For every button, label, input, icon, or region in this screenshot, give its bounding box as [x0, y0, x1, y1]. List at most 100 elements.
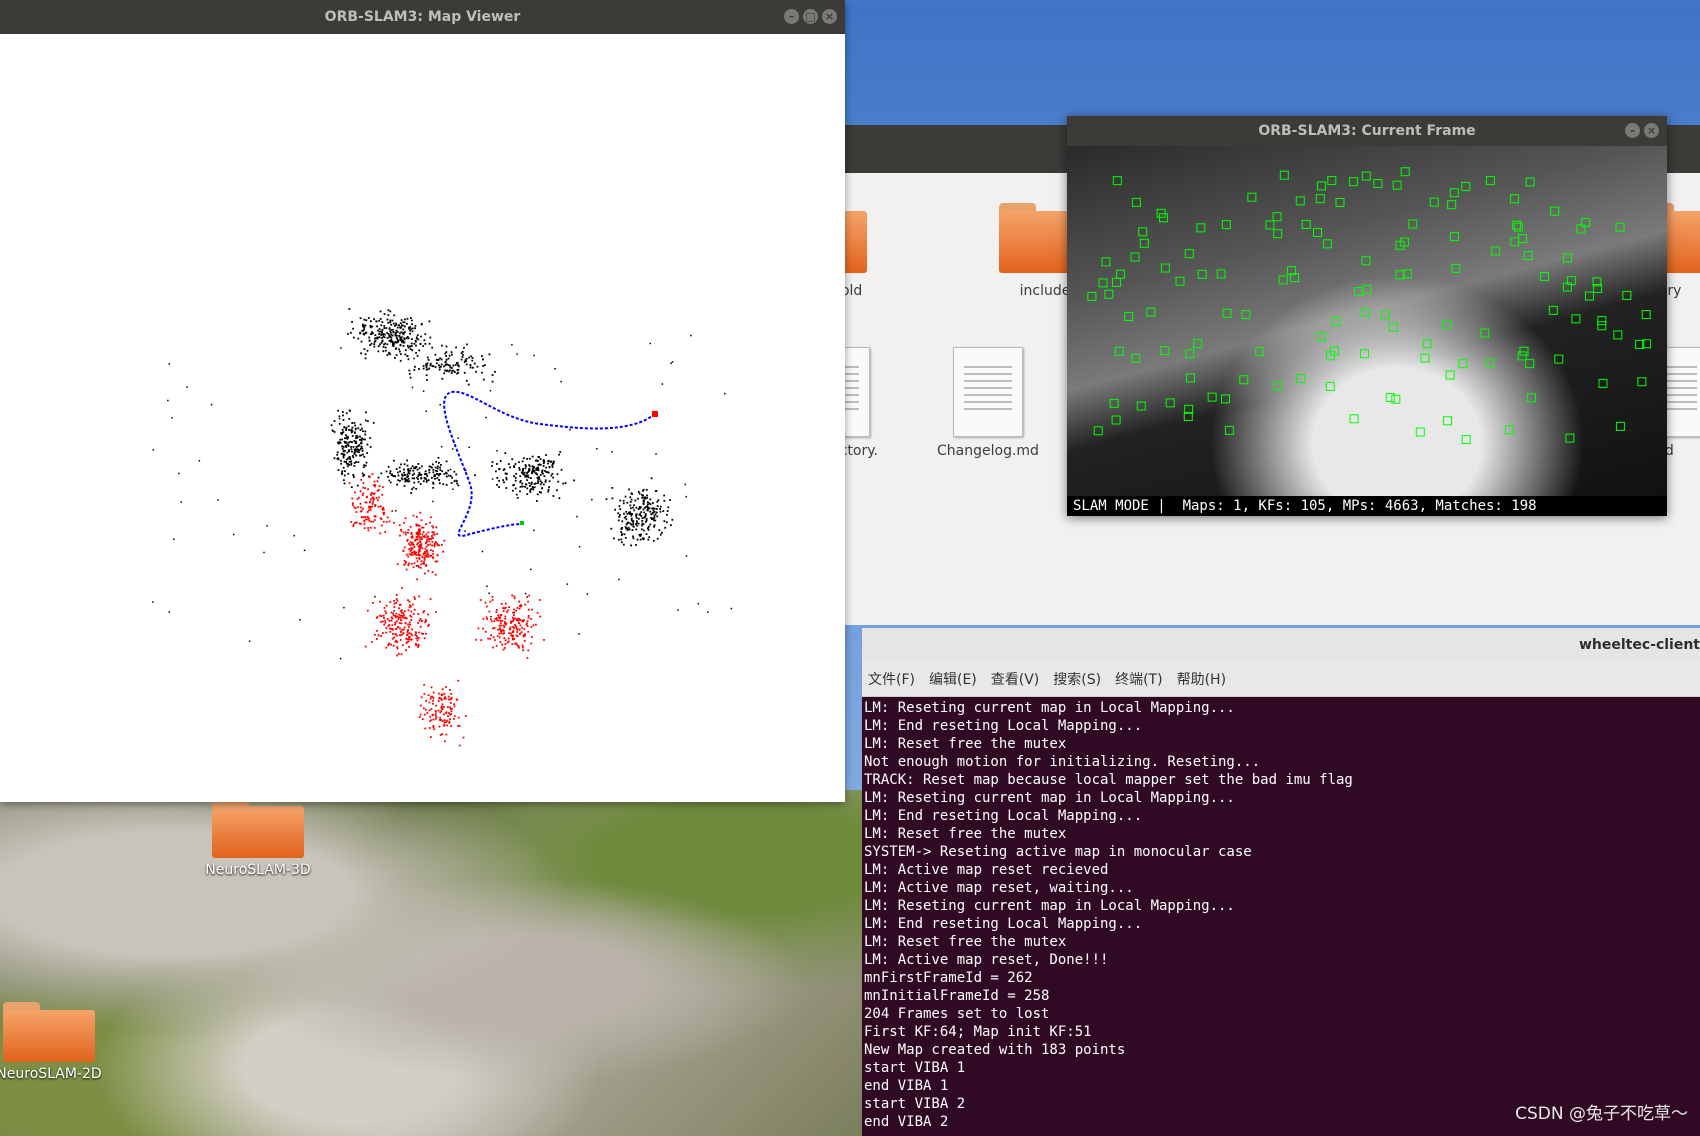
map-point [217, 499, 219, 501]
map-point [376, 325, 379, 328]
local-map-point [449, 706, 452, 709]
map-point [632, 523, 635, 525]
close-icon[interactable]: × [822, 9, 837, 24]
map-point [707, 611, 709, 613]
map-point [409, 376, 412, 379]
local-map-point [484, 630, 487, 633]
terminal-titlebar[interactable]: wheeltec-client [862, 628, 1700, 662]
map-point [621, 527, 624, 529]
local-map-point [414, 553, 416, 556]
menu-edit[interactable]: 编辑(E) [929, 669, 977, 689]
menu-terminal[interactable]: 终端(T) [1115, 669, 1162, 689]
current-frame-titlebar[interactable]: ORB-SLAM3: Current Frame – × [1067, 116, 1667, 146]
map-point [395, 331, 398, 334]
menu-help[interactable]: 帮助(H) [1177, 669, 1226, 689]
feature-box [1224, 425, 1234, 435]
map-point [422, 345, 425, 347]
file-item-doc[interactable]: Changelog.md [923, 347, 1053, 459]
feature-box [1272, 381, 1282, 391]
map-point [514, 479, 517, 482]
map-point [390, 336, 393, 339]
map-point [354, 424, 357, 427]
map-point [521, 471, 524, 474]
local-map-point [445, 712, 447, 715]
feature-box [1362, 284, 1372, 294]
local-map-point [416, 578, 419, 581]
map-point [428, 465, 431, 468]
point-cloud-view[interactable] [0, 34, 845, 802]
feature-box [1272, 212, 1282, 222]
local-map-point [414, 539, 416, 542]
close-icon[interactable]: × [1644, 123, 1659, 138]
map-point [566, 583, 569, 585]
map-point [406, 459, 409, 462]
minimize-icon[interactable]: – [784, 9, 799, 24]
local-map-point [422, 535, 424, 538]
map-point [406, 464, 409, 467]
map-point [397, 479, 400, 482]
local-map-point [485, 616, 488, 619]
feature-box [1335, 197, 1345, 207]
map-point [494, 370, 496, 373]
local-map-point [393, 521, 395, 524]
map-point [422, 390, 425, 392]
menu-search[interactable]: 搜索(S) [1053, 669, 1101, 689]
local-map-point [389, 601, 392, 603]
map-point [422, 480, 425, 483]
local-map-point [374, 485, 376, 488]
terminal-output[interactable]: LM: Reseting current map in Local Mappin… [862, 697, 1700, 1133]
local-map-point [373, 497, 375, 500]
local-map-point [383, 623, 386, 626]
map-point [401, 473, 403, 476]
map-point [409, 329, 412, 332]
minimize-icon[interactable]: – [1625, 123, 1640, 138]
local-map-point [433, 545, 436, 548]
map-point [399, 359, 402, 362]
feature-box [1315, 194, 1325, 204]
map-point [248, 640, 251, 642]
local-map-point [443, 721, 446, 724]
local-map-point [415, 557, 418, 560]
map-point [547, 490, 550, 493]
map-point [402, 328, 405, 331]
map-point [648, 536, 651, 539]
desktop-icon-neuroslam-3d[interactable]: NeuroSLAM-3D [203, 798, 313, 878]
local-map-point [449, 713, 452, 716]
map-point [455, 346, 457, 349]
map-point [488, 592, 490, 595]
map-point [406, 344, 409, 347]
local-map-point [498, 617, 501, 620]
local-map-point [432, 550, 434, 552]
map-point [344, 434, 347, 437]
map-point [266, 525, 268, 527]
local-map-point [403, 559, 406, 562]
maximize-icon[interactable]: □ [803, 9, 818, 24]
desktop-icon-neuroslam-2d[interactable]: NeuroSLAM-2D [0, 1002, 104, 1082]
local-map-point [399, 639, 402, 641]
map-point [474, 474, 476, 477]
map-point [402, 344, 405, 347]
local-map-point [407, 555, 410, 558]
menu-file[interactable]: 文件(F) [868, 669, 915, 689]
map-viewer-titlebar[interactable]: ORB-SLAM3: Map Viewer – □ × [0, 0, 845, 34]
local-map-point [410, 548, 413, 551]
terminal-line: SYSTEM-> Reseting active map in monocula… [864, 844, 1252, 860]
map-point [390, 331, 392, 334]
map-point [463, 346, 465, 349]
local-map-point [427, 531, 430, 534]
feature-box [1637, 377, 1647, 387]
feature-box [1313, 228, 1323, 238]
local-map-point [518, 605, 521, 608]
map-point [434, 477, 436, 480]
map-point [337, 458, 340, 461]
menu-view[interactable]: 查看(V) [991, 669, 1040, 689]
map-point [651, 507, 654, 510]
map-point [351, 435, 354, 437]
map-point [451, 476, 454, 479]
local-map-point [390, 611, 393, 614]
map-point [343, 474, 346, 477]
local-map-point [420, 560, 423, 563]
local-map-point [385, 646, 388, 649]
map-point [364, 324, 367, 327]
local-map-point [434, 560, 437, 563]
